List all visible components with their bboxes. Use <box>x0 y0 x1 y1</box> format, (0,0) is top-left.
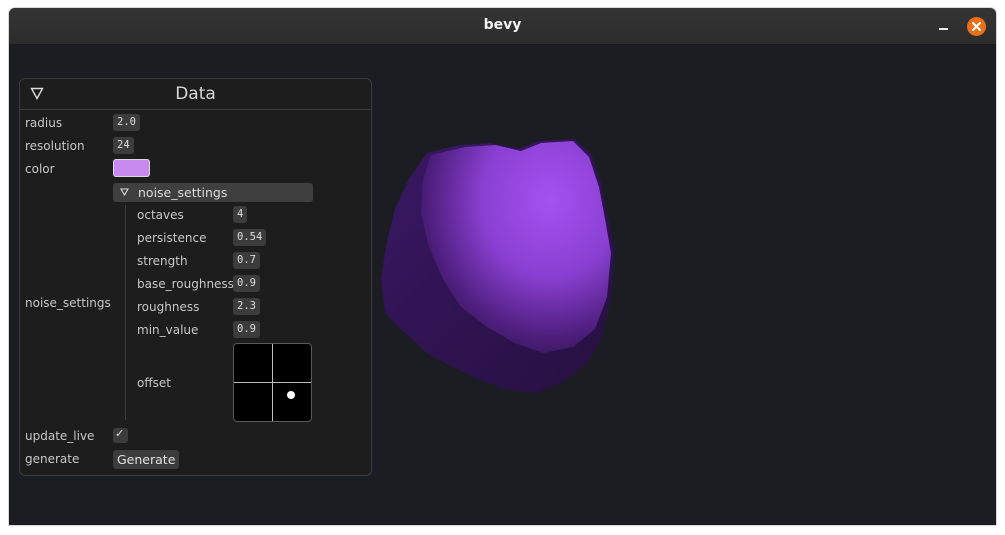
resolution-label: resolution <box>25 139 85 153</box>
noise-settings-label: noise_settings <box>25 296 111 310</box>
base-roughness-field[interactable]: 0.9 <box>233 275 260 292</box>
indent-guide <box>125 205 126 420</box>
noise-settings-header[interactable]: noise_settings <box>113 183 313 202</box>
color-label: color <box>25 162 55 176</box>
noise-settings-header-label: noise_settings <box>138 185 228 200</box>
offset-y-axis <box>272 344 273 421</box>
octaves-field[interactable]: 4 <box>233 206 248 223</box>
color-swatch[interactable] <box>113 159 150 177</box>
offset-xy-pad[interactable] <box>233 343 312 422</box>
roughness-field[interactable]: 2.3 <box>233 298 260 315</box>
radius-field[interactable]: 2.0 <box>113 114 140 131</box>
strength-field[interactable]: 0.7 <box>233 252 260 269</box>
base-roughness-label: base_roughness <box>137 277 234 291</box>
generate-label: generate <box>25 452 80 466</box>
offset-label: offset <box>137 376 171 390</box>
app-window: bevy Data radius 2.0 resolution 24 color… <box>9 8 996 525</box>
octaves-label: octaves <box>137 208 184 222</box>
close-icon[interactable] <box>967 17 986 36</box>
update-live-checkbox[interactable]: ✓ <box>113 427 128 443</box>
panel-title: Data <box>175 84 216 104</box>
inspector-panel: Data radius 2.0 resolution 24 color nois… <box>19 78 372 476</box>
panel-header[interactable]: Data <box>20 79 371 110</box>
checkmark-icon: ✓ <box>115 427 125 440</box>
planet-mesh <box>381 139 615 393</box>
radius-label: radius <box>25 116 63 130</box>
roughness-label: roughness <box>137 300 200 314</box>
persistence-label: persistence <box>137 231 207 245</box>
window-title: bevy <box>483 17 522 33</box>
offset-handle[interactable] <box>287 391 295 400</box>
strength-label: strength <box>137 254 188 268</box>
triangle-down-icon <box>120 188 129 196</box>
minimize-icon[interactable] <box>936 18 952 34</box>
update-live-label: update_live <box>25 429 95 443</box>
title-bar[interactable]: bevy <box>9 8 996 45</box>
resolution-field[interactable]: 24 <box>113 137 134 154</box>
min-value-label: min_value <box>137 323 199 337</box>
persistence-field[interactable]: 0.54 <box>233 229 267 246</box>
generate-button[interactable]: Generate <box>113 450 180 469</box>
min-value-field[interactable]: 0.9 <box>233 321 260 338</box>
